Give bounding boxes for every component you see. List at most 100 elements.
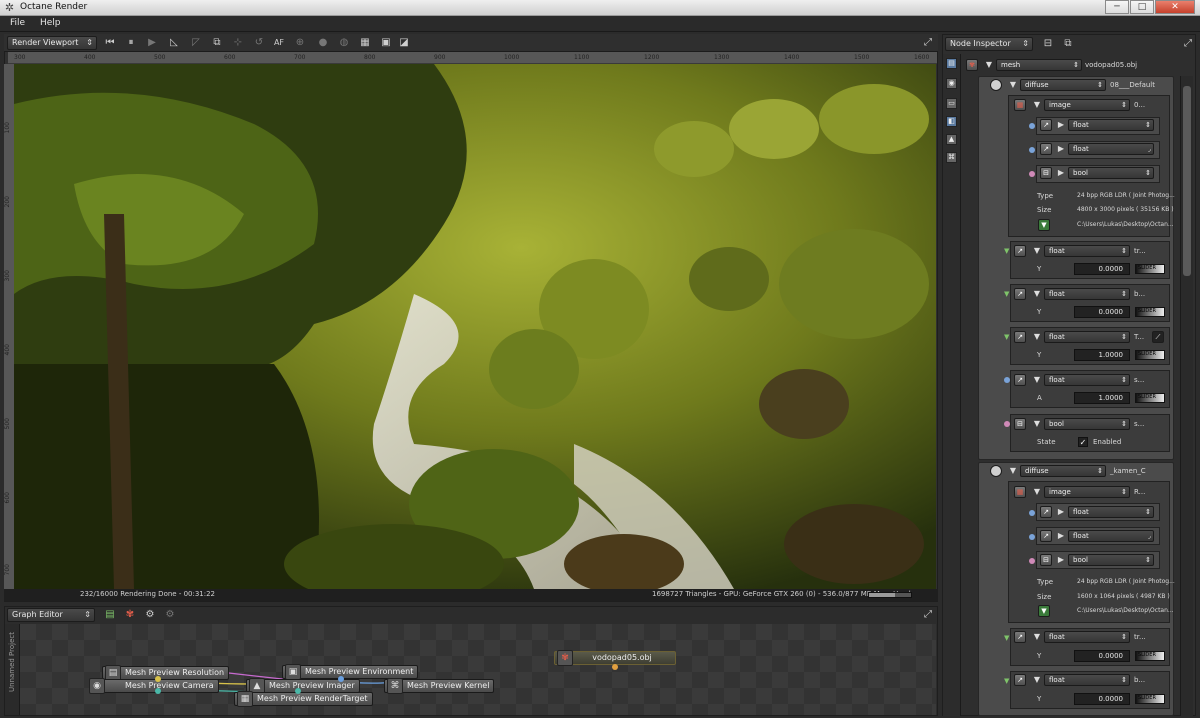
- mesh-type-dropdown[interactable]: mesh ⇕: [996, 59, 1082, 71]
- maximize-graph-icon[interactable]: ⤢: [922, 609, 934, 621]
- collapse-triangle-icon[interactable]: ▼: [1032, 675, 1042, 685]
- output-pin[interactable]: [612, 664, 618, 670]
- camera-icon[interactable]: ◉: [946, 78, 957, 89]
- float-node-icon[interactable]: ↗: [1014, 331, 1026, 343]
- collapse-triangle-icon[interactable]: ▼: [1032, 246, 1042, 256]
- value-slider[interactable]: SLIDER: [1135, 264, 1165, 274]
- bool-node-icon[interactable]: ⊟: [1040, 554, 1052, 566]
- mesh-node-icon[interactable]: ✾: [966, 59, 978, 71]
- bool-type-dropdown[interactable]: bool ⇕: [1068, 167, 1154, 179]
- param-type-dropdown[interactable]: bool ⇕: [1044, 418, 1130, 430]
- kernel-icon[interactable]: ⌘: [946, 152, 957, 163]
- param-value-field[interactable]: 0.0000: [1074, 650, 1130, 662]
- material-node-icon[interactable]: ✾: [124, 609, 136, 621]
- collapse-triangle-icon[interactable]: ▼: [1032, 487, 1042, 497]
- param-value-field[interactable]: 1.0000: [1074, 349, 1130, 361]
- input-pin[interactable]: [1029, 510, 1035, 516]
- float-node-icon[interactable]: ↗: [1014, 631, 1026, 643]
- collapse-triangle-icon[interactable]: ▼: [1032, 100, 1042, 110]
- bool-node-icon[interactable]: ⊟: [1014, 418, 1026, 430]
- maximize-button[interactable]: □: [1130, 0, 1154, 14]
- imager-icon[interactable]: ▲: [946, 134, 957, 145]
- collapse-all-icon[interactable]: ⊟: [1042, 38, 1054, 50]
- load-image-icon[interactable]: ▼: [1038, 219, 1050, 231]
- graph-panel-selector[interactable]: Graph Editor ⇕: [7, 608, 95, 622]
- image-type-dropdown[interactable]: image ⇕: [1044, 486, 1130, 498]
- copy-render-icon[interactable]: ◪: [398, 37, 410, 49]
- input-pin[interactable]: [338, 676, 344, 682]
- input-pin[interactable]: [1029, 147, 1035, 153]
- param-type-dropdown[interactable]: float ⇕: [1044, 674, 1130, 686]
- collapse-triangle-icon[interactable]: ▼: [1008, 466, 1018, 476]
- node-vodopad05-obj[interactable]: ✾ vodopad05.obj: [554, 650, 676, 666]
- param-value-field[interactable]: 0.0000: [1074, 306, 1130, 318]
- material-type-dropdown[interactable]: diffuse ⇕: [1020, 79, 1106, 91]
- param-type-dropdown[interactable]: float ⇕: [1044, 288, 1130, 300]
- edit-curve-icon[interactable]: ⟋: [1152, 331, 1164, 343]
- menu-help[interactable]: Help: [40, 18, 61, 28]
- input-pin[interactable]: [295, 688, 301, 694]
- enabled-checkbox[interactable]: ✓: [1078, 437, 1088, 447]
- value-slider[interactable]: SLIDER: [1135, 651, 1165, 661]
- param-type-dropdown[interactable]: float ⇕: [1044, 245, 1130, 257]
- save-render-icon[interactable]: ▣: [380, 37, 392, 49]
- float-node-icon[interactable]: ↗: [1014, 674, 1026, 686]
- param-value-field[interactable]: 1.0000: [1074, 392, 1130, 404]
- expand-triangle-icon[interactable]: ▶: [1056, 120, 1066, 130]
- param-value-field[interactable]: 0.0000: [1074, 263, 1130, 275]
- node-mesh-preview-resolution[interactable]: ▤ Mesh Preview Resolution: [102, 665, 230, 681]
- output-pin[interactable]: [155, 688, 161, 694]
- output-pin[interactable]: [155, 676, 161, 682]
- play-icon[interactable]: ▶: [146, 37, 158, 49]
- focus-picker-icon[interactable]: ◺: [168, 37, 180, 49]
- inspector-panel-selector[interactable]: Node Inspector ⇕: [945, 37, 1033, 51]
- minimize-button[interactable]: ─: [1105, 0, 1129, 14]
- float-node-icon[interactable]: ↗: [1040, 119, 1052, 131]
- expand-triangle-icon[interactable]: ▶: [1056, 144, 1066, 154]
- value-slider[interactable]: SLIDER: [1135, 350, 1165, 360]
- node-mesh-preview-environment[interactable]: ▣ Mesh Preview Environment: [282, 664, 419, 680]
- input-pin[interactable]: [1029, 171, 1035, 177]
- input-pin[interactable]: [1029, 123, 1035, 129]
- float-type-dropdown[interactable]: float ◞: [1068, 143, 1154, 155]
- bool-node-icon[interactable]: ⊟: [1040, 167, 1052, 179]
- load-node-icon[interactable]: ▤: [104, 609, 116, 621]
- bool-type-dropdown[interactable]: bool ⇕: [1068, 554, 1154, 566]
- float-type-dropdown[interactable]: float ⇕: [1068, 119, 1154, 131]
- restart-render-icon[interactable]: ⏮: [104, 37, 116, 49]
- scrollbar-thumb[interactable]: [1183, 86, 1191, 276]
- collapse-triangle-icon[interactable]: ▼: [1032, 332, 1042, 342]
- param-type-dropdown[interactable]: float ⇕: [1044, 631, 1130, 643]
- node-mesh-preview-rendertarget[interactable]: ▦ Mesh Preview RenderTarget: [234, 691, 373, 707]
- material-sphere-icon[interactable]: [990, 465, 1002, 477]
- float-node-icon[interactable]: ↗: [1040, 530, 1052, 542]
- project-tab[interactable]: Unnamed Project: [5, 624, 20, 715]
- image-texture-icon[interactable]: ▦: [1014, 99, 1026, 111]
- clay-mode-icon[interactable]: ●: [317, 37, 329, 49]
- expand-all-icon[interactable]: ⧉: [1062, 38, 1074, 50]
- material-picker-icon[interactable]: ⧉: [211, 37, 223, 49]
- collapse-triangle-icon[interactable]: ▼: [1032, 419, 1042, 429]
- maximize-viewport-icon[interactable]: ⤢: [922, 37, 934, 49]
- white-balance-icon[interactable]: ◸: [190, 37, 202, 49]
- input-pin[interactable]: [1029, 534, 1035, 540]
- input-pin[interactable]: [1029, 558, 1035, 564]
- float-node-icon[interactable]: ↗: [1014, 288, 1026, 300]
- texture-node-icon[interactable]: ⚙: [144, 609, 156, 621]
- viewport-panel-selector[interactable]: Render Viewport ⇕: [7, 36, 97, 50]
- node-mesh-preview-kernel[interactable]: ⌘ Mesh Preview Kernel: [384, 678, 495, 694]
- material-type-dropdown[interactable]: diffuse ⇕: [1020, 465, 1106, 477]
- material-sphere-icon[interactable]: [990, 79, 1002, 91]
- image-texture-icon[interactable]: ▦: [1014, 486, 1026, 498]
- maximize-inspector-icon[interactable]: ⤢: [1182, 38, 1194, 50]
- reset-camera-icon[interactable]: ↺: [253, 37, 265, 49]
- collapse-triangle-icon[interactable]: ▼: [1008, 80, 1018, 90]
- value-slider[interactable]: SLIDER: [1135, 307, 1165, 317]
- region-render-icon[interactable]: ▦: [359, 37, 371, 49]
- expand-triangle-icon[interactable]: ▶: [1056, 531, 1066, 541]
- pause-icon[interactable]: ⏸: [125, 37, 137, 49]
- image-type-dropdown[interactable]: image ⇕: [1044, 99, 1130, 111]
- float-type-dropdown[interactable]: float ⇕: [1068, 506, 1154, 518]
- af-toggle[interactable]: AF: [273, 37, 285, 49]
- sphere-preview-icon[interactable]: ◍: [338, 37, 350, 49]
